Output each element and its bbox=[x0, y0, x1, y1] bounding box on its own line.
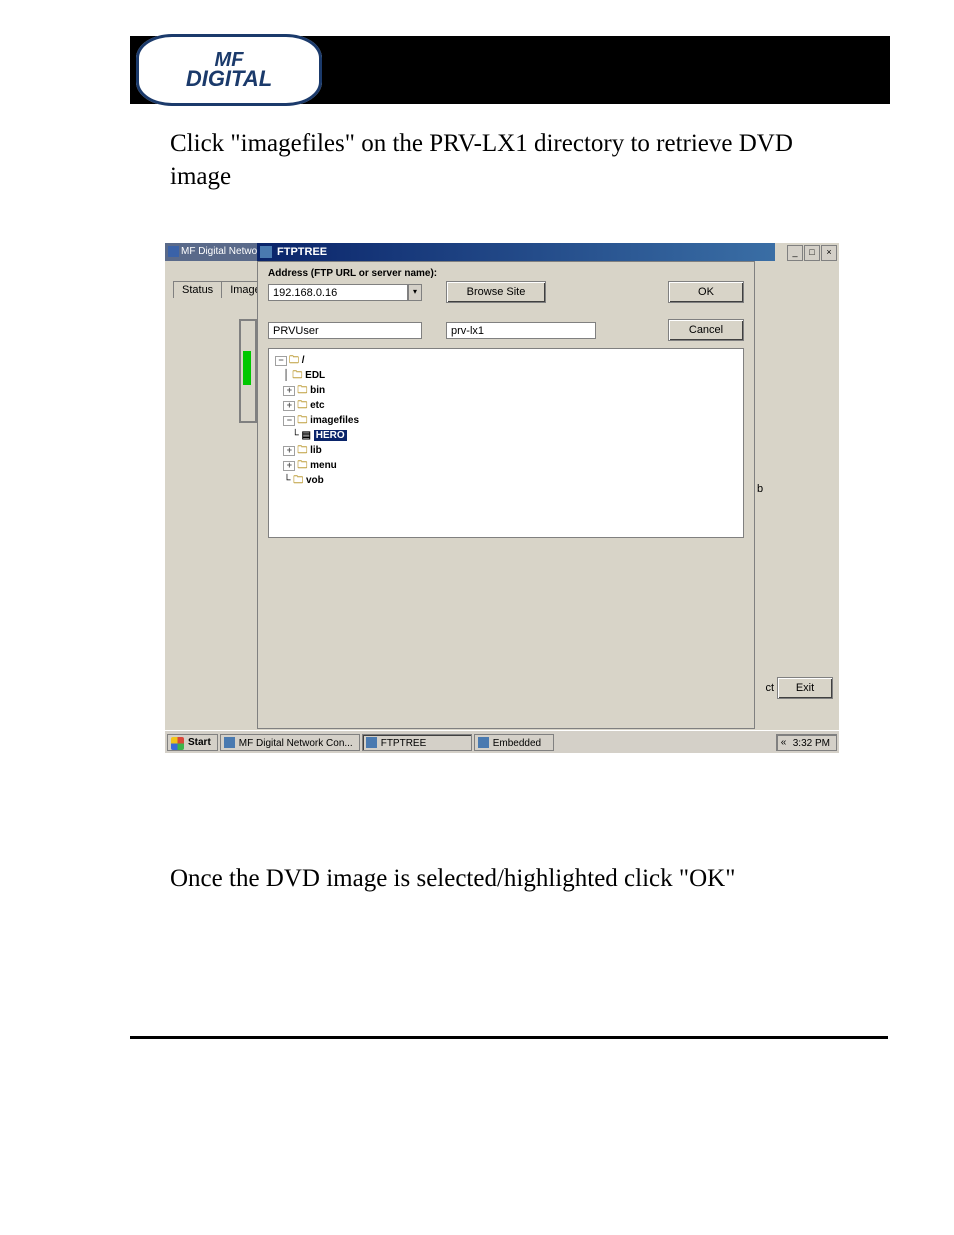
progress-indicator bbox=[239, 319, 257, 423]
right-label-b: b bbox=[757, 483, 763, 495]
taskbar: Start MF Digital Network Con... FTPTREE … bbox=[165, 730, 839, 753]
right-panel: _ □ × b ct Exit bbox=[755, 243, 839, 729]
exit-button[interactable]: Exit bbox=[777, 677, 833, 699]
dialog-title: FTPTREE bbox=[277, 246, 327, 258]
folder-icon: 🗀 bbox=[297, 385, 307, 396]
embedded-screenshot: MF Digital Network C _ □ × _ □ × b ct Ex… bbox=[165, 243, 839, 753]
footer-rule bbox=[130, 1036, 888, 1039]
taskbar-item[interactable]: Embedded bbox=[474, 734, 554, 751]
taskbar-clock[interactable]: 3:32 PM bbox=[776, 734, 837, 751]
dropdown-arrow-icon[interactable]: ▾ bbox=[408, 284, 422, 301]
folder-icon: 🗀 bbox=[293, 475, 303, 486]
ok-button[interactable]: OK bbox=[668, 281, 744, 303]
tree-item: └ 🗀 vob bbox=[275, 473, 737, 488]
expand-icon[interactable]: + bbox=[283, 446, 295, 456]
tree-root: −🗀 / bbox=[275, 353, 737, 368]
folder-icon: 🗀 bbox=[297, 415, 307, 426]
address-input[interactable]: 192.168.0.16 bbox=[268, 284, 408, 301]
min-icon[interactable]: _ bbox=[787, 245, 803, 261]
logo-line2: DIGITAL bbox=[186, 66, 272, 91]
ftptree-dialog: Address (FTP URL or server name): 192.16… bbox=[257, 261, 755, 729]
folder-icon: 🗀 bbox=[289, 355, 299, 366]
user-input[interactable]: PRVUser bbox=[268, 322, 422, 339]
dialog-titlebar[interactable]: FTPTREE bbox=[257, 243, 775, 261]
tree-item: +🗀 etc bbox=[275, 398, 737, 413]
restore-icon[interactable]: □ bbox=[804, 245, 820, 261]
folder-icon: 🗀 bbox=[297, 400, 307, 411]
tree-item-selected: └ ▤ HERO bbox=[275, 428, 737, 443]
tree-item: +🗀 lib bbox=[275, 443, 737, 458]
folder-icon: 🗀 bbox=[297, 460, 307, 471]
page-header: MF DIGITAL bbox=[130, 36, 890, 104]
tree-item: +🗀 bin bbox=[275, 383, 737, 398]
collapse-icon[interactable]: − bbox=[275, 356, 287, 366]
expand-icon[interactable]: + bbox=[283, 461, 295, 471]
folder-icon: 🗀 bbox=[297, 445, 307, 456]
folder-icon: 🗀 bbox=[292, 370, 302, 381]
instruction-text-1: Click "imagefiles" on the PRV-LX1 direct… bbox=[170, 128, 810, 193]
cancel-button[interactable]: Cancel bbox=[668, 319, 744, 341]
taskbar-item[interactable]: FTPTREE bbox=[362, 734, 472, 751]
browse-site-button[interactable]: Browse Site bbox=[446, 281, 546, 303]
tree-item: +🗀 menu bbox=[275, 458, 737, 473]
address-label: Address (FTP URL or server name): bbox=[268, 268, 744, 279]
file-icon: ▤ bbox=[302, 430, 311, 441]
taskbar-item[interactable]: MF Digital Network Con... bbox=[220, 734, 360, 751]
tab-status[interactable]: Status bbox=[173, 281, 222, 298]
instruction-text-2: Once the DVD image is selected/highlight… bbox=[170, 863, 810, 896]
collapse-icon[interactable]: − bbox=[283, 416, 295, 426]
expand-icon[interactable]: + bbox=[283, 401, 295, 411]
expand-icon[interactable]: + bbox=[283, 386, 295, 396]
mf-digital-logo: MF DIGITAL bbox=[136, 34, 322, 106]
directory-tree[interactable]: −🗀 / │ 🗀 EDL +🗀 bin +🗀 etc −🗀 imagefiles… bbox=[268, 348, 744, 538]
close-icon[interactable]: × bbox=[821, 245, 837, 261]
start-button[interactable]: Start bbox=[167, 734, 218, 751]
tree-item: │ 🗀 EDL bbox=[275, 368, 737, 383]
host-input[interactable]: prv-lx1 bbox=[446, 322, 596, 339]
ct-label: ct bbox=[765, 682, 774, 694]
tree-item-imagefiles: −🗀 imagefiles bbox=[275, 413, 737, 428]
